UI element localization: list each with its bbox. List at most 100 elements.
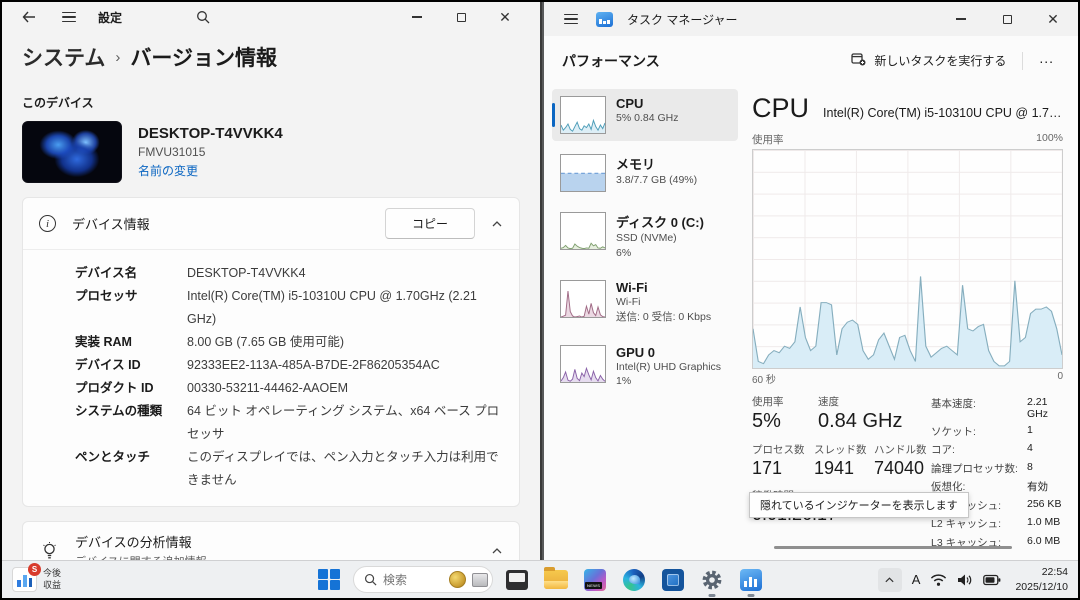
- settings-window-controls: ✕: [406, 6, 516, 28]
- taskmanager-header: パフォーマンス 新しいタスクを実行する ...: [544, 36, 1078, 85]
- taskbar-app-dark[interactable]: [502, 565, 532, 595]
- device-info-header[interactable]: i デバイス情報 コピー: [23, 198, 519, 249]
- taskbar-app-news[interactable]: [580, 565, 610, 595]
- wifi-icon[interactable]: [930, 573, 947, 587]
- sidebar-item-wifi[interactable]: Wi-Fi Wi-Fi 送信: 0 受信: 0 Kbps: [552, 273, 738, 331]
- close-button[interactable]: ✕: [1042, 8, 1064, 30]
- chevron-up-icon[interactable]: [491, 215, 503, 233]
- rename-device-link[interactable]: 名前の変更: [138, 162, 283, 179]
- performance-page-title: パフォーマンス: [562, 51, 660, 71]
- processes-stat: プロセス数 171: [752, 442, 814, 479]
- table-row: デバイス ID92333EE2-113A-485A-B7DE-2F8620535…: [75, 354, 503, 377]
- taskmanager-titlebar: タスク マネージャー ✕: [544, 2, 1078, 36]
- more-options-button[interactable]: ...: [1029, 48, 1064, 74]
- close-button[interactable]: ✕: [494, 6, 516, 28]
- cpu-sparkline: [560, 96, 606, 134]
- search-icon[interactable]: [192, 6, 214, 28]
- taskbar-app-task-manager[interactable]: [736, 565, 766, 595]
- threads-stat: スレッド数 1941: [814, 442, 874, 479]
- table-row: デバイス名DESKTOP-T4VVKK4: [75, 262, 503, 285]
- table-row: 実装 RAM8.00 GB (7.65 GB 使用可能): [75, 331, 503, 354]
- memory-sparkline: [560, 154, 606, 192]
- sidebar-item-cpu[interactable]: CPU 5% 0.84 GHz: [552, 89, 738, 141]
- ime-indicator[interactable]: A: [912, 572, 921, 587]
- cpu-history-chart[interactable]: [752, 149, 1063, 369]
- dark-app-icon: [506, 570, 528, 590]
- task-manager-window: タスク マネージャー ✕ パフォーマンス 新しいタスクを実行する ...: [542, 2, 1078, 560]
- page-title: バージョン情報: [130, 42, 277, 72]
- axis-left-label: 60 秒: [752, 371, 776, 386]
- hamburger-menu-icon[interactable]: [58, 6, 80, 28]
- run-new-task-button[interactable]: 新しいタスクを実行する: [841, 46, 1016, 75]
- widget-badge: S: [28, 563, 41, 576]
- table-row: プロセッサIntel(R) Core(TM) i5-10310U CPU @ 1…: [75, 285, 503, 331]
- disk-sparkline: [560, 212, 606, 250]
- maximize-button[interactable]: [996, 8, 1018, 30]
- task-manager-app-icon: [596, 12, 613, 27]
- divider: [1022, 52, 1023, 70]
- taskbar-app-edge[interactable]: [619, 565, 649, 595]
- copy-button[interactable]: コピー: [385, 208, 475, 239]
- stat-row: コア:4: [931, 442, 1063, 457]
- taskbar-app-settings[interactable]: [697, 565, 727, 595]
- minimize-button[interactable]: [950, 8, 972, 30]
- chevron-up-icon: [884, 576, 895, 584]
- back-icon[interactable]: [18, 6, 40, 28]
- search-icon: [364, 573, 377, 586]
- this-device-label: このデバイス: [22, 94, 520, 111]
- settings-gear-icon: [701, 569, 723, 591]
- taskbar-app-store[interactable]: [658, 565, 688, 595]
- breadcrumb-system[interactable]: システム: [22, 42, 105, 72]
- stat-row: L2 キャッシュ:1.0 MB: [931, 516, 1063, 531]
- search-highlight-coin-icon: [449, 571, 466, 588]
- minimize-button[interactable]: [406, 6, 428, 28]
- task-manager-icon: [740, 569, 762, 591]
- run-task-icon: [851, 52, 866, 69]
- tray-chevron-tooltip: 隠れているインジケーターを表示します: [749, 492, 969, 518]
- taskmanager-window-controls: ✕: [950, 8, 1064, 30]
- sidebar-item-gpu0[interactable]: GPU 0 Intel(R) UHD Graphics 1%: [552, 338, 738, 396]
- taskbar-search-box[interactable]: [353, 566, 493, 593]
- run-new-task-label: 新しいタスクを実行する: [874, 52, 1006, 69]
- sidebar-item-memory[interactable]: メモリ 3.8/7.7 GB (49%): [552, 147, 738, 199]
- device-spec-table: デバイス名DESKTOP-T4VVKK4 プロセッサIntel(R) Core(…: [23, 250, 519, 506]
- device-info-card: i デバイス情報 コピー デバイス名DESKTOP-T4VVKK4 プロセッサI…: [22, 197, 520, 507]
- chevron-up-icon[interactable]: [491, 542, 503, 560]
- horizontal-scrollbar[interactable]: [774, 546, 1012, 549]
- usage-stat: 使用率 5%: [752, 394, 818, 433]
- speed-stat: 速度 0.84 GHz: [818, 394, 902, 433]
- search-input[interactable]: [383, 573, 443, 587]
- clock[interactable]: 22:54 2025/12/10: [1015, 565, 1068, 593]
- blue-app-icon: [662, 569, 684, 591]
- scale-top-label: 100%: [1036, 132, 1063, 147]
- performance-sidebar: CPU 5% 0.84 GHz メモリ 3.8/7.7 GB (49%) ディス…: [552, 89, 738, 550]
- hamburger-menu-icon[interactable]: [560, 8, 582, 30]
- device-analytics-header[interactable]: デバイスの分析情報 デバイスに関する追加情報: [23, 522, 519, 560]
- taskbar-app-explorer[interactable]: [541, 565, 571, 595]
- usage-axis-label: 使用率: [752, 132, 784, 147]
- maximize-button[interactable]: [450, 6, 472, 28]
- stat-row: ソケット:1: [931, 424, 1063, 439]
- battery-icon[interactable]: [983, 574, 1001, 586]
- lightbulb-icon: [39, 542, 59, 560]
- tray-date: 2025/12/10: [1015, 580, 1068, 594]
- settings-window: 設定 ✕ システム › バージョン情報 このデバイス DESKTOP-T4VVK…: [2, 2, 540, 560]
- file-explorer-icon: [544, 570, 568, 589]
- handles-stat: ハンドル数 74040: [874, 442, 927, 479]
- search-highlight-device-icon: [472, 573, 488, 587]
- volume-icon[interactable]: [957, 573, 973, 587]
- cpu-stats-right: 基本速度:2.21 GHz ソケット:1 コア:4 論理プロセッサ数:8 仮想化…: [927, 394, 1063, 550]
- show-hidden-icons-button[interactable]: [878, 568, 902, 592]
- taskbar: S 今後 収益: [2, 560, 1078, 598]
- start-button[interactable]: [314, 565, 344, 595]
- widgets-button[interactable]: S 今後 収益: [2, 561, 71, 598]
- breadcrumb-separator: ›: [115, 49, 120, 66]
- desktop: 設定 ✕ システム › バージョン情報 このデバイス DESKTOP-T4VVK…: [2, 2, 1078, 598]
- wifi-sparkline: [560, 280, 606, 318]
- sidebar-item-disk0[interactable]: ディスク 0 (C:) SSD (NVMe) 6%: [552, 205, 738, 267]
- stat-row: 基本速度:2.21 GHz: [931, 396, 1063, 420]
- device-card: DESKTOP-T4VVKK4 FMVU31015 名前の変更: [22, 121, 520, 183]
- device-name: DESKTOP-T4VVKK4: [138, 125, 283, 142]
- widget-line2: 収益: [43, 580, 61, 591]
- info-icon: i: [39, 215, 56, 232]
